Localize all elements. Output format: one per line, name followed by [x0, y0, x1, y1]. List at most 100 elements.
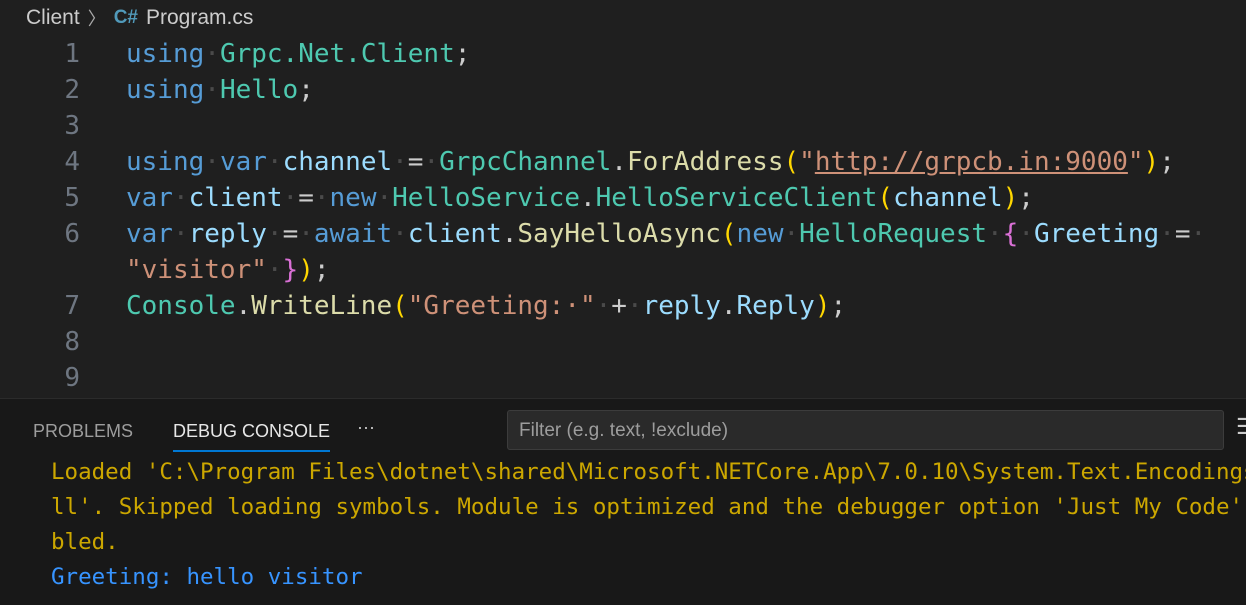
code-token: .: [235, 291, 252, 321]
code-token: (: [720, 219, 737, 249]
line-number: 2: [64, 75, 80, 105]
whitespace-marker: ·: [1190, 219, 1207, 249]
code-token: ;: [298, 75, 314, 105]
code-token: Reply: [736, 291, 815, 321]
code-token: =: [282, 219, 299, 249]
whitespace-marker: ·: [626, 291, 643, 321]
code-token: {: [1002, 219, 1019, 249]
code-token: .: [611, 147, 627, 177]
code-token: client: [188, 183, 283, 213]
code-token: await: [313, 219, 393, 249]
code-token: http://grpcb.in:9000: [814, 147, 1128, 177]
code-token: ": [1127, 147, 1144, 177]
code-token: ;: [1018, 183, 1034, 213]
breadcrumb-file[interactable]: Program.cs: [146, 6, 253, 30]
whitespace-marker: ·: [595, 291, 612, 321]
code-token: ): [298, 255, 314, 285]
breadcrumb-folder[interactable]: Client: [26, 6, 80, 30]
console-line: Greeting: hello visitor: [51, 564, 363, 590]
line-number: 1: [64, 39, 80, 69]
line-number: 5: [64, 183, 80, 213]
csharp-file-icon: C#: [113, 7, 138, 28]
code-token: client: [407, 219, 502, 249]
code-token: GrpcChannel: [439, 147, 612, 177]
whitespace-marker: ·: [987, 219, 1003, 249]
code-token: Grpc.Net.Client: [219, 39, 455, 69]
tab-debug-console[interactable]: DEBUG CONSOLE: [173, 421, 331, 452]
code-token: Console: [126, 291, 236, 321]
more-actions-icon[interactable]: ···: [357, 417, 375, 438]
breadcrumb: Client 〉 C# Program.cs: [26, 4, 253, 32]
code-token: new: [736, 219, 784, 249]
code-line: 7 Console. WriteLine("Greeting:·" · + · reply.…: [0, 288, 1246, 324]
whitespace-marker: ·: [1018, 219, 1034, 249]
code-token: Hello: [219, 75, 299, 105]
code-line: 1 using · Grpc.Net.Client;: [0, 36, 1246, 72]
menu-icon[interactable]: ☰: [1236, 415, 1246, 440]
bottom-panel: PROBLEMS DEBUG CONSOLE ··· Filter (e.g. …: [0, 398, 1246, 605]
code-token: ;: [830, 291, 847, 321]
code-token: ": [799, 147, 815, 177]
chevron-right-icon: 〉: [87, 9, 106, 29]
code-token: channel: [893, 183, 1003, 213]
line-number: 3: [64, 111, 80, 141]
code-token: ;: [313, 255, 330, 285]
code-token: new: [329, 183, 377, 213]
code-token: =: [298, 183, 314, 213]
code-token: reply: [642, 291, 721, 321]
code-token: (: [783, 147, 800, 177]
code-token: ): [1143, 147, 1160, 177]
tab-problems[interactable]: PROBLEMS: [33, 421, 133, 442]
line-number: 4: [64, 147, 80, 177]
code-token: SayHelloAsync: [517, 219, 721, 249]
code-line: 5 var · client · = · new · HelloService. HelloServ…: [0, 180, 1246, 216]
whitespace-marker: ·: [392, 219, 408, 249]
code-token: channel: [282, 147, 393, 177]
line-number: 9: [64, 363, 80, 393]
code-token: +: [611, 291, 627, 321]
whitespace-marker: ·: [266, 219, 283, 249]
line-number: 8: [64, 327, 80, 357]
code-token: ): [1002, 183, 1019, 213]
whitespace-marker: ·: [204, 75, 220, 105]
console-line: Loaded 'C:\Program Files\dotnet\shared\M…: [51, 459, 1246, 555]
whitespace-marker: ·: [266, 147, 283, 177]
whitespace-marker: ·: [282, 183, 299, 213]
code-token: HelloService: [392, 183, 580, 213]
code-token: var: [219, 147, 267, 177]
filter-input[interactable]: Filter (e.g. text, !exclude): [507, 410, 1224, 450]
debug-console-output: Loaded 'C:\Program Files\dotnet\shared\M…: [51, 455, 1246, 595]
whitespace-marker: ·: [376, 183, 393, 213]
whitespace-marker: ·: [204, 39, 220, 69]
code-token: ForAddress: [626, 147, 784, 177]
whitespace-marker: ·: [204, 147, 220, 177]
code-token: .: [579, 183, 596, 213]
code-token: HelloRequest: [799, 219, 988, 249]
whitespace-marker: ·: [1159, 219, 1175, 249]
code-token: "Greeting:·": [407, 291, 596, 321]
code-token: Greeting: [1033, 219, 1160, 249]
code-token: var: [126, 183, 173, 213]
code-token: ;: [454, 39, 471, 69]
line-number: [0, 252, 126, 288]
code-editor[interactable]: 1 using · Grpc.Net.Client; 2 using · Hello; 3 4 us…: [0, 36, 1246, 396]
code-token: HelloServiceClient: [595, 183, 878, 213]
code-token: =: [407, 147, 424, 177]
code-line: 2 using · Hello;: [0, 72, 1246, 108]
code-token: .: [720, 291, 737, 321]
whitespace-marker: ·: [423, 147, 440, 177]
code-line: "visitor" ·});: [0, 252, 1246, 288]
code-token: using: [126, 39, 205, 69]
code-token: "visitor": [126, 255, 267, 285]
code-token: var: [126, 219, 173, 249]
code-token: using: [126, 75, 205, 105]
code-token: reply: [188, 219, 267, 249]
whitespace-marker: ·: [298, 219, 314, 249]
whitespace-marker: ·: [172, 219, 189, 249]
whitespace-marker: ·: [266, 255, 283, 285]
whitespace-marker: ·: [313, 183, 330, 213]
line-number: 6: [64, 219, 80, 249]
code-token: ): [814, 291, 831, 321]
code-token: (: [877, 183, 894, 213]
whitespace-marker: ·: [172, 183, 189, 213]
